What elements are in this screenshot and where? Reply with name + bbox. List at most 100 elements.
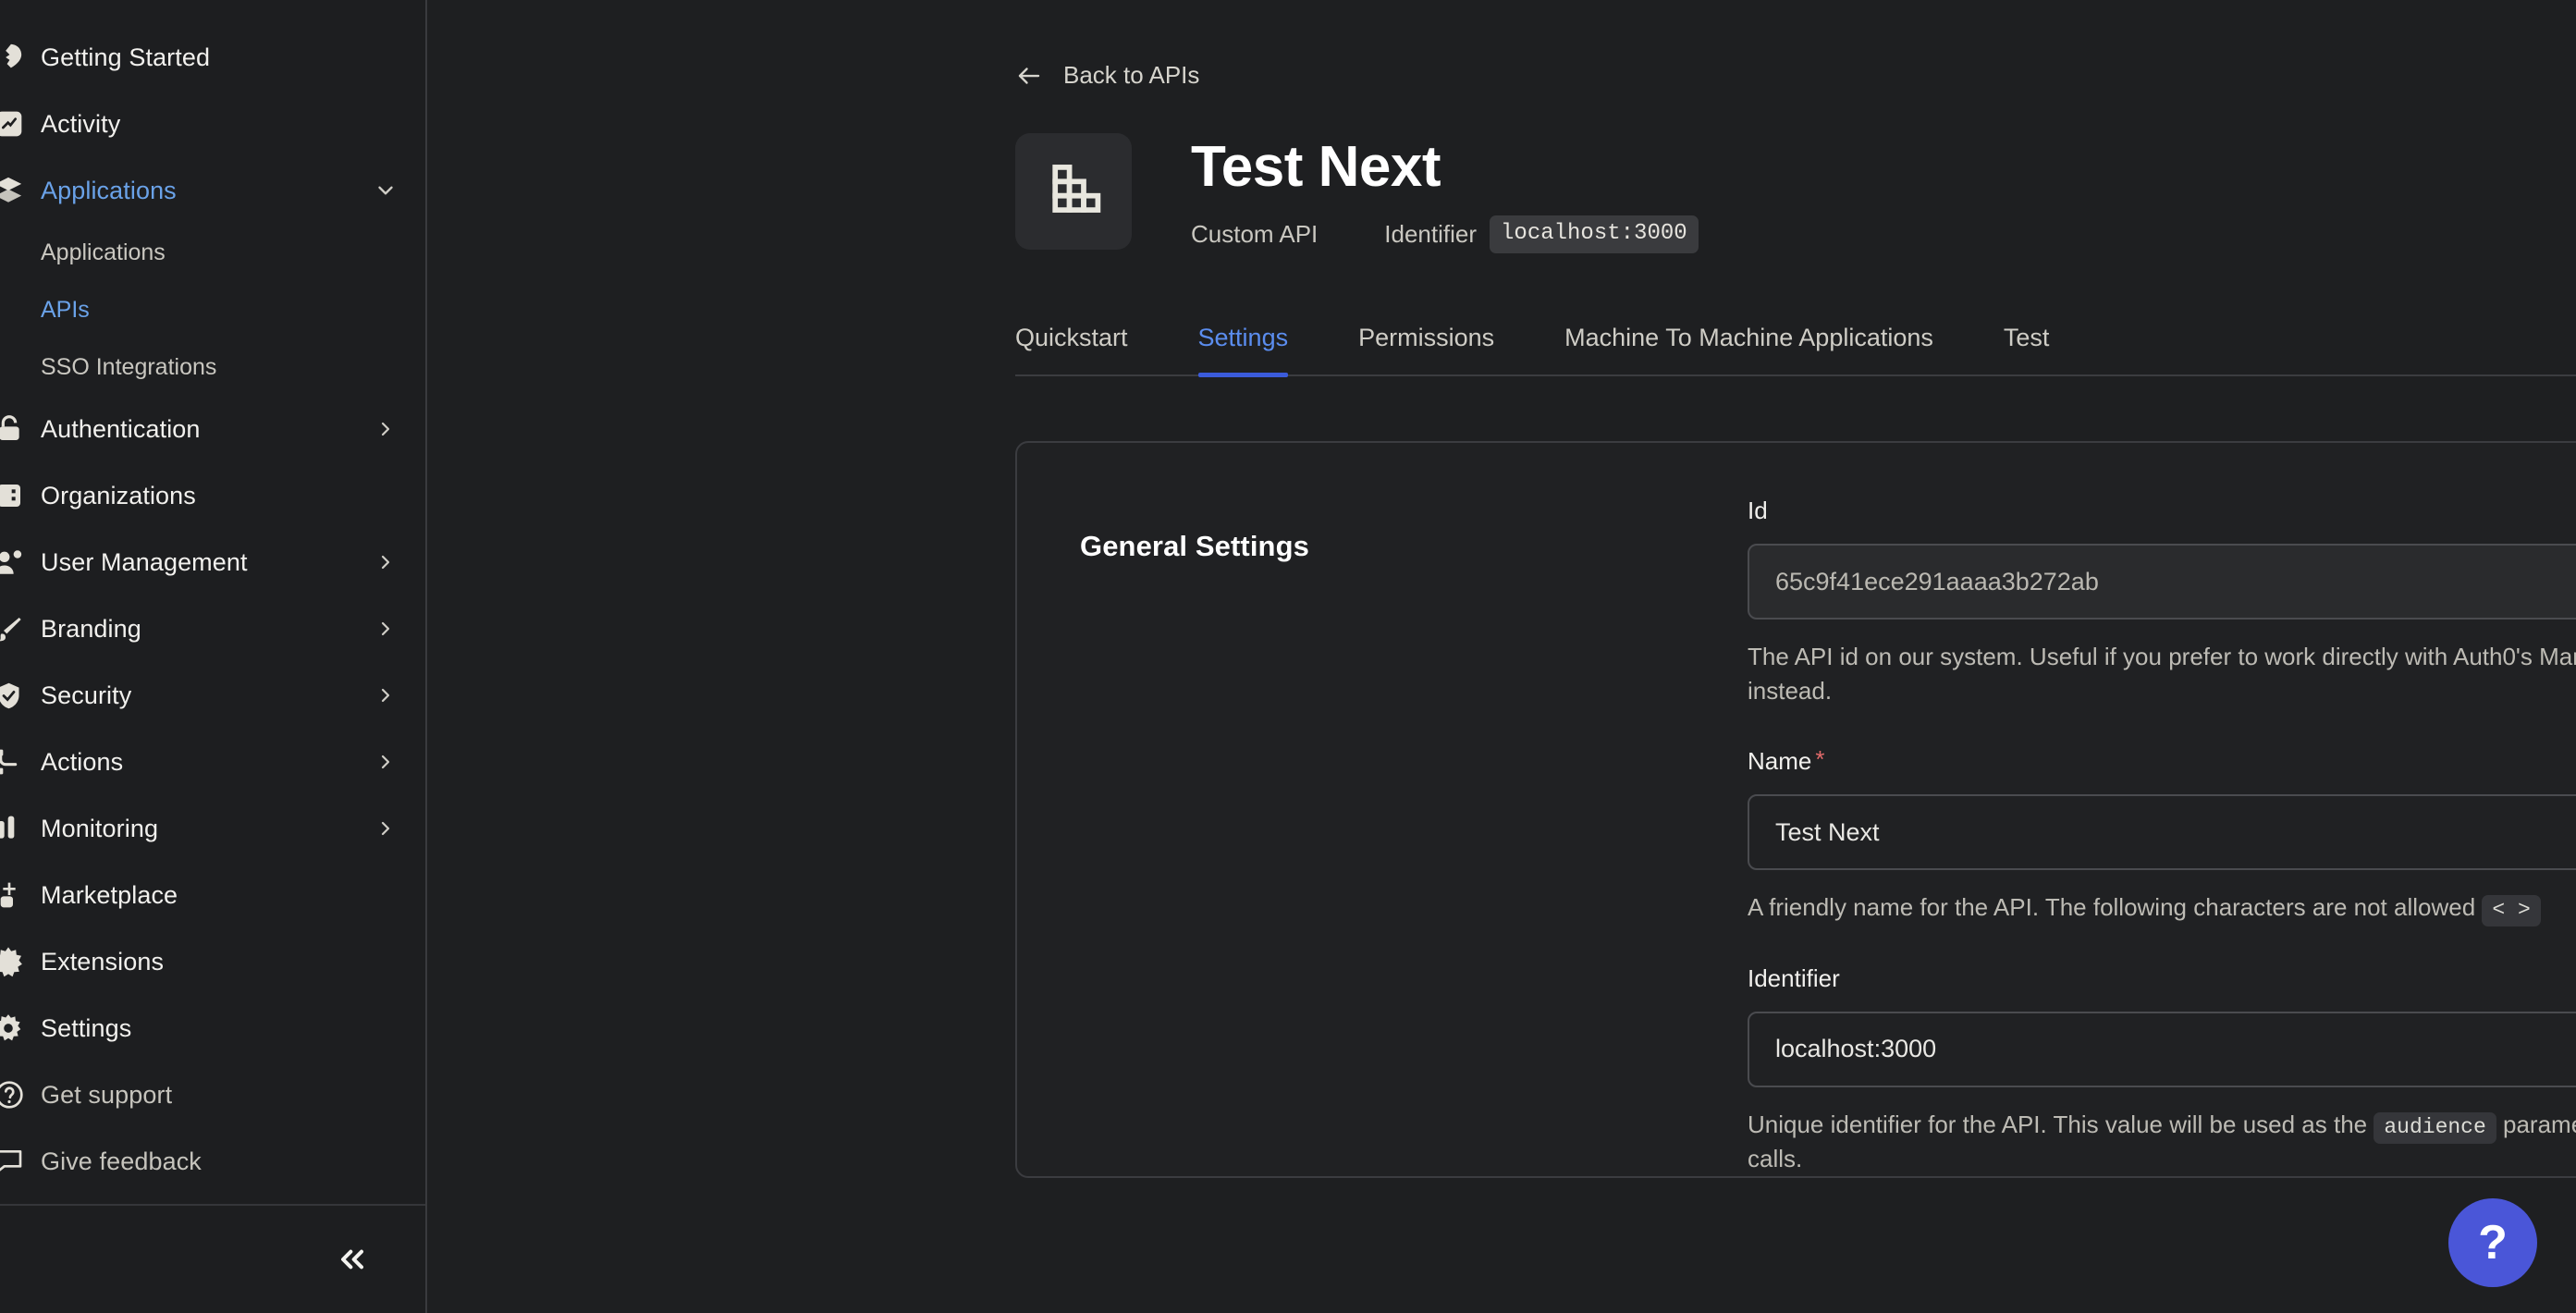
sidebar-subitem-label: APIs <box>41 296 90 323</box>
sidebar-item-label: Applications <box>41 176 177 204</box>
chevron-right-icon[interactable] <box>374 816 398 841</box>
tab-settings[interactable]: Settings <box>1197 324 1288 378</box>
shield-icon <box>0 675 24 716</box>
name-label: Name * <box>1748 745 1825 776</box>
sidebar-item-label: Give feedback <box>41 1147 202 1175</box>
sidebar-item-activity[interactable]: Activity <box>0 91 425 157</box>
name-input[interactable]: Test Next <box>1748 794 2576 871</box>
extensions-icon <box>0 941 24 982</box>
user-management-icon <box>0 542 24 583</box>
api-meta: Test Next Custom API Identifier localhos… <box>1191 133 1699 254</box>
sidebar-item-marketplace[interactable]: Marketplace <box>0 862 425 928</box>
sidebar-item-applications[interactable]: Applications <box>0 157 425 224</box>
sidebar-item-authentication[interactable]: Authentication <box>0 396 425 462</box>
field-name: Name * Test Next A friendly name for the… <box>1748 745 2576 927</box>
sidebar-item-monitoring[interactable]: Monitoring <box>0 795 425 862</box>
sidebar-subitem-apis[interactable]: APIs <box>0 281 425 338</box>
sidebar-item-label: Organizations <box>41 481 196 509</box>
rocket-icon <box>0 37 24 78</box>
card-left-column: General Settings <box>1017 497 1748 1176</box>
tab-bar: Quickstart Settings Permissions Machine … <box>1015 324 2576 378</box>
gear-icon <box>0 1008 24 1049</box>
sidebar-item-label: Security <box>41 681 132 709</box>
sidebar-item-give-feedback[interactable]: Give feedback <box>0 1128 425 1195</box>
sidebar-item-label: Getting Started <box>41 43 211 71</box>
sidebar-item-label: Authentication <box>41 414 201 443</box>
sidebar-item-settings[interactable]: Settings <box>0 995 425 1061</box>
identifier-label: Identifier <box>1384 220 1478 249</box>
sidebar-subitem-sso-integrations[interactable]: SSO Integrations <box>0 338 425 396</box>
chevron-down-icon[interactable] <box>374 178 398 202</box>
sidebar-subitem-label: Applications <box>41 239 166 265</box>
sidebar-item-label: Branding <box>41 614 141 643</box>
tab-test[interactable]: Test <box>2004 324 2050 374</box>
identifier-input[interactable]: localhost:3000 <box>1748 1011 2576 1087</box>
identifier-field-label: Identifier <box>1748 963 1840 992</box>
sidebar-nav-list: Getting Started Activity Applications Ap… <box>0 0 425 1204</box>
applications-icon <box>0 170 24 211</box>
general-settings-title: General Settings <box>1080 530 1309 563</box>
field-identifier: Identifier localhost:3000 Unique identif… <box>1748 964 2576 1177</box>
sidebar-item-label: Activity <box>41 109 121 138</box>
identifier-chip: localhost:3000 <box>1490 215 1699 254</box>
page-title: Test Next <box>1191 134 1441 199</box>
chevron-right-icon[interactable] <box>374 417 398 441</box>
sidebar-subitem-applications[interactable]: Applications <box>0 224 425 281</box>
sidebar-item-label: Monitoring <box>41 814 159 842</box>
chevron-right-icon[interactable] <box>374 683 398 707</box>
tab-machine-to-machine-applications[interactable]: Machine To Machine Applications <box>1564 324 1933 374</box>
general-settings-card: General Settings Id 65c9f41ece291aaaa3b2… <box>1015 441 2576 1179</box>
name-help-text: A friendly name for the API. The followi… <box>1748 890 2576 927</box>
actions-icon <box>0 742 24 782</box>
chevron-right-icon[interactable] <box>374 750 398 774</box>
identifier-help-chip: audience <box>2374 1111 2496 1144</box>
marketplace-icon <box>0 875 24 915</box>
main-content: Back to APIs Test Next Custom API Identi… <box>427 0 2576 1313</box>
avatar <box>1015 132 1132 250</box>
required-marker: * <box>1815 745 1825 774</box>
tab-permissions[interactable]: Permissions <box>1358 324 1494 374</box>
brush-icon <box>0 608 24 649</box>
chevron-right-icon[interactable] <box>374 617 398 641</box>
id-value: 65c9f41ece291aaaa3b272ab <box>1775 567 2099 595</box>
sidebar-item-branding[interactable]: Branding <box>0 595 425 662</box>
sidebar-item-label: Marketplace <box>41 880 178 909</box>
sidebar-item-label: Extensions <box>41 947 165 976</box>
identifier-help-text: Unique identifier for the API. This valu… <box>1748 1110 2576 1173</box>
sidebar-item-label: User Management <box>41 547 248 576</box>
back-to-apis-label: Back to APIs <box>1063 61 1200 89</box>
id-help-text: The API id on our system. Useful if you … <box>1748 643 2576 706</box>
id-input[interactable]: 65c9f41ece291aaaa3b272ab <box>1748 544 2576 620</box>
sidebar-item-extensions[interactable]: Extensions <box>0 928 425 995</box>
activity-icon <box>0 104 24 144</box>
sidebar-footer <box>0 1204 425 1313</box>
name-help-chip: < > <box>2482 895 2541 927</box>
tab-quickstart[interactable]: Quickstart <box>1015 324 1128 374</box>
feedback-icon <box>0 1141 24 1182</box>
sidebar-item-label: Actions <box>41 747 124 776</box>
organizations-icon <box>0 475 24 516</box>
card-right-column: Id 65c9f41ece291aaaa3b272ab The API id o… <box>1748 497 2576 1176</box>
app-root: Getting Started Activity Applications Ap… <box>0 0 2576 1313</box>
chevron-right-icon[interactable] <box>374 550 398 574</box>
api-type-label: Custom API <box>1191 220 1319 249</box>
arrow-left-icon <box>1015 62 1043 90</box>
identifier-value: localhost:3000 <box>1775 1035 1937 1063</box>
lock-icon <box>0 409 24 449</box>
api-blocks-icon <box>1043 158 1104 224</box>
sidebar-item-user-management[interactable]: User Management <box>0 529 425 595</box>
chevron-double-left-icon[interactable] <box>327 1234 377 1284</box>
sidebar-item-organizations[interactable]: Organizations <box>0 462 425 529</box>
help-fab-button[interactable]: ? <box>2448 1198 2537 1287</box>
sidebar-item-actions[interactable]: Actions <box>0 729 425 795</box>
sidebar-item-get-support[interactable]: Get support <box>0 1061 425 1128</box>
question-circle-icon <box>0 1074 24 1115</box>
api-subtitle: Custom API Identifier localhost:3000 <box>1191 215 1699 254</box>
back-to-apis-link[interactable]: Back to APIs <box>1015 61 1199 90</box>
question-mark-icon: ? <box>2478 1216 2508 1270</box>
sidebar-item-label: Get support <box>41 1080 173 1109</box>
name-value: Test Next <box>1775 817 1880 846</box>
sidebar-item-getting-started[interactable]: Getting Started <box>0 24 425 91</box>
sidebar-item-security[interactable]: Security <box>0 662 425 729</box>
monitoring-icon <box>0 808 24 849</box>
